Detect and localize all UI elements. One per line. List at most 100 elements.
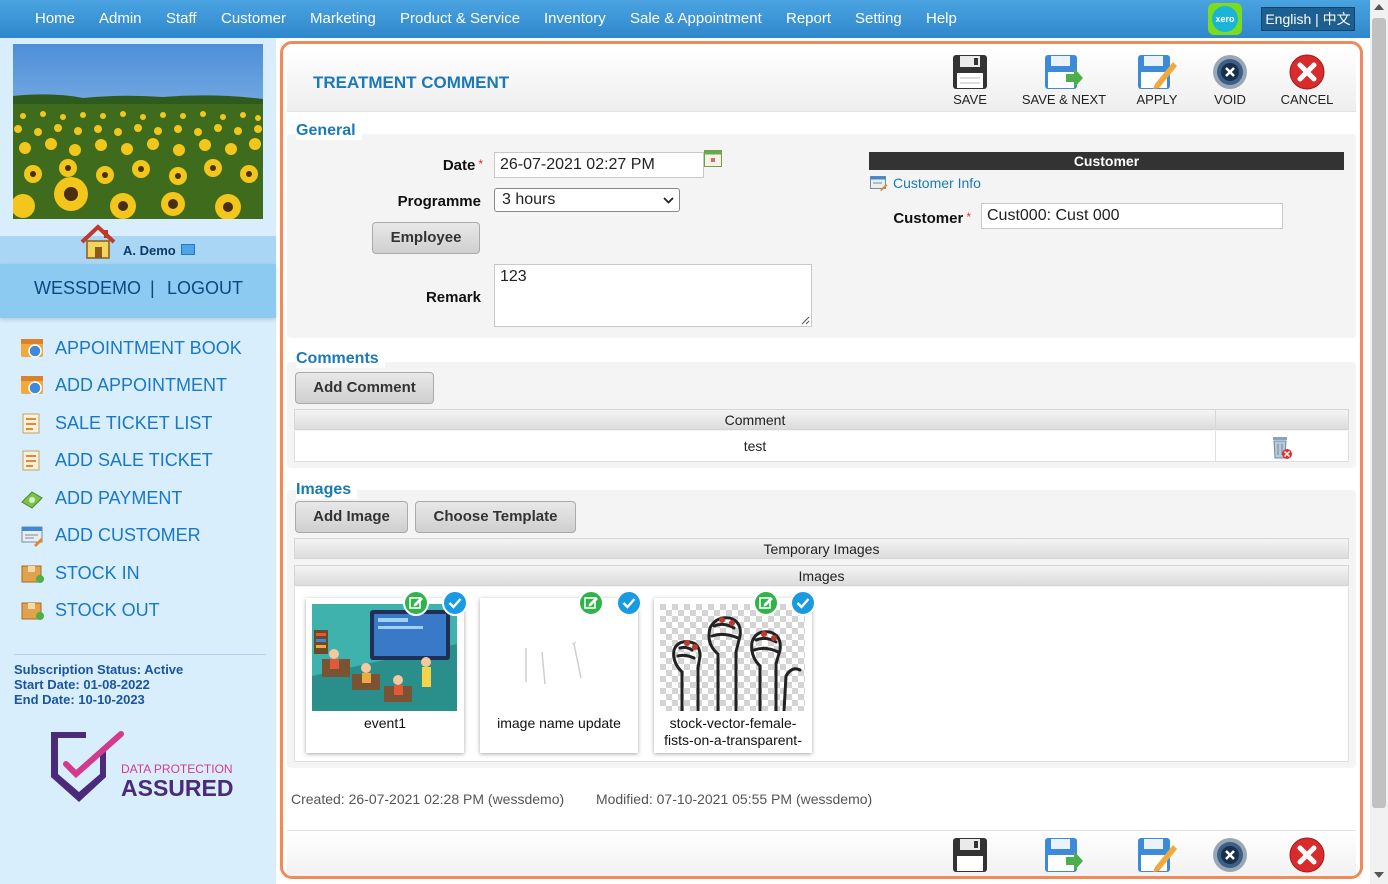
nav-setting[interactable]: Setting <box>855 10 902 27</box>
nav-product-service[interactable]: Product & Service <box>400 10 520 27</box>
comments-section-title: Comments <box>296 350 385 368</box>
customer-info-icon[interactable] <box>870 175 888 191</box>
bottom-save-button[interactable]: SAVE <box>925 837 1015 876</box>
nav-inventory[interactable]: Inventory <box>544 10 606 27</box>
image-thumbnail[interactable] <box>312 604 457 711</box>
date-field[interactable]: 26-07-2021 02:27 PM <box>494 152 704 178</box>
programme-label: Programme <box>397 193 481 210</box>
images-section-title: Images <box>296 481 358 499</box>
page-scrollbar[interactable] <box>1370 0 1388 884</box>
image-card[interactable]: image name update <box>480 590 642 753</box>
subscription-info: Subscription Status: Active Start Date: … <box>14 654 266 707</box>
sidebar-item-label: ADD PAYMENT <box>55 488 183 508</box>
image-caption: event1 <box>363 715 407 731</box>
save-button[interactable]: SAVE <box>925 54 1015 108</box>
image-card[interactable]: event1 <box>306 590 468 753</box>
general-section-title: General <box>296 122 362 140</box>
choose-template-button[interactable]: Choose Template <box>415 501 576 533</box>
badge-line1: DATA PROTECTION <box>121 762 233 776</box>
nav-help[interactable]: Help <box>926 10 957 27</box>
nav-admin[interactable]: Admin <box>99 10 142 27</box>
bottom-save-next-button[interactable]: SAVE & NEXT <box>1019 837 1109 876</box>
edit-image-icon[interactable] <box>753 590 779 616</box>
chevron-down-icon <box>663 197 674 204</box>
stock-in-icon <box>21 565 44 583</box>
account-link[interactable]: WESSDEMO <box>34 278 141 299</box>
customer-field[interactable]: Cust000: Cust 000 <box>981 203 1283 229</box>
scroll-down-icon[interactable] <box>1374 872 1384 878</box>
sale-ticket-list-icon <box>22 413 40 434</box>
record-meta: Created: 26-07-2021 02:28 PM (wessdemo) … <box>291 791 872 807</box>
image-thumbnail[interactable] <box>660 604 805 711</box>
bottom-cancel-button[interactable]: CANCEL <box>1262 837 1352 876</box>
image-thumbnail[interactable] <box>486 604 631 711</box>
xero-button[interactable]: xero <box>1208 3 1242 35</box>
programme-select[interactable]: 3 hours <box>494 188 680 212</box>
image-card[interactable]: stock-vector-female-fists-on-a-transpare… <box>654 590 816 753</box>
apply-icon <box>1138 55 1177 89</box>
subscription-start-date: Start Date: 01-08-2022 <box>14 677 150 692</box>
nav-marketing[interactable]: Marketing <box>310 10 376 27</box>
sidebar-item-label: APPOINTMENT BOOK <box>55 338 242 358</box>
nav-home[interactable]: Home <box>35 10 75 27</box>
created-info: Created: 26-07-2021 02:28 PM (wessdemo) <box>291 791 565 807</box>
floppy-disk-icon <box>953 55 987 89</box>
edit-image-icon[interactable] <box>403 590 429 616</box>
subscription-status: Subscription Status: Active <box>14 662 184 677</box>
comments-table-header: Comment <box>294 409 1349 430</box>
sunflower-field-photo <box>13 44 263 219</box>
customer-info-link[interactable]: Customer Info <box>893 175 981 191</box>
add-image-button[interactable]: Add Image <box>295 501 408 533</box>
appointment-book-icon <box>21 339 43 358</box>
nav-sale-appointment[interactable]: Sale & Appointment <box>630 10 762 27</box>
scrollbar-thumb[interactable] <box>1372 18 1386 808</box>
floppy-disk-icon <box>953 838 987 872</box>
home-house-icon[interactable] <box>78 222 118 260</box>
select-check-icon[interactable] <box>442 590 468 616</box>
required-mark: * <box>966 210 971 224</box>
logout-link[interactable]: LOGOUT <box>167 278 243 299</box>
nav-customer[interactable]: Customer <box>221 10 286 27</box>
calendar-icon[interactable] <box>704 150 722 167</box>
scroll-up-icon[interactable] <box>1374 4 1384 10</box>
save-next-icon <box>1045 838 1083 872</box>
apply-icon <box>1138 838 1177 872</box>
add-appointment-icon <box>21 376 43 395</box>
badge-line2: ASSURED <box>121 775 233 801</box>
nav-staff[interactable]: Staff <box>166 10 197 27</box>
save-next-button[interactable]: SAVE & NEXT <box>1019 54 1109 108</box>
remark-textarea[interactable]: 123 <box>494 264 812 327</box>
save-next-icon <box>1045 55 1083 89</box>
cancel-icon <box>1289 837 1325 873</box>
modified-info: Modified: 07-10-2021 05:55 PM (wessdemo) <box>595 791 873 807</box>
select-check-icon[interactable] <box>790 590 816 616</box>
sidebar-item-label: STOCK OUT <box>55 600 160 620</box>
top-navigation-bar: Home Admin Staff Customer Marketing Prod… <box>0 0 1370 38</box>
data-protection-badge: DATA PROTECTION ASSURED <box>46 728 236 808</box>
void-icon <box>1213 838 1247 872</box>
sidebar-item-label: STOCK IN <box>55 563 140 583</box>
page-title: TREATMENT COMMENT <box>313 73 510 92</box>
user-name[interactable]: A. Demo <box>123 243 176 258</box>
customer-label: Customer * <box>893 210 971 227</box>
images-header: Images <box>294 565 1349 586</box>
void-icon <box>1213 55 1247 89</box>
sidebar-item-label: ADD CUSTOMER <box>55 525 201 545</box>
cancel-button[interactable]: CANCEL <box>1262 54 1352 108</box>
sidebar-item-label: SALE TICKET LIST <box>55 413 213 433</box>
edit-image-icon[interactable] <box>578 590 604 616</box>
language-switch[interactable]: English | 中文 <box>1261 7 1355 31</box>
form-toolbar: TREATMENT COMMENT SAVE SAVE & NEXT APPLY… <box>287 48 1356 112</box>
nav-report[interactable]: Report <box>786 10 831 27</box>
sidebar: A. Demo WESSDEMO | LOGOUT APPOINTMENT BO… <box>0 38 276 884</box>
delete-trash-icon[interactable] <box>1268 434 1294 460</box>
required-mark: * <box>478 157 483 171</box>
user-bar: A. Demo <box>0 224 276 264</box>
select-check-icon[interactable] <box>616 590 642 616</box>
resize-handle-icon[interactable] <box>800 315 810 325</box>
images-gallery: event1 image name update stock-vector-fe… <box>294 587 1349 762</box>
add-customer-icon <box>21 526 43 547</box>
add-comment-button[interactable]: Add Comment <box>295 372 434 404</box>
employee-button[interactable]: Employee <box>372 222 480 254</box>
date-label: Date * <box>442 157 483 174</box>
